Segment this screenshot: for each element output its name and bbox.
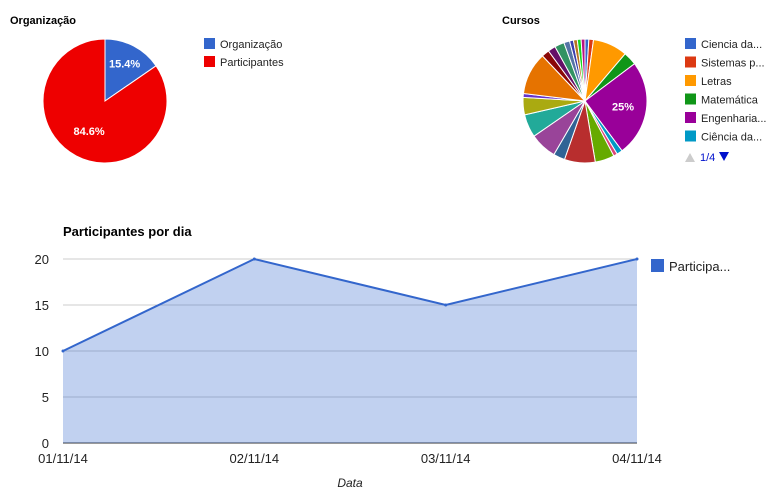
- pie-organizacao: Organização 15.4% 84.6% Organização Partic…: [10, 15, 284, 164]
- data-point[interactable]: [61, 349, 65, 353]
- x-tick-label: 01/11/14: [38, 451, 88, 466]
- area-legend: Participa...: [651, 259, 730, 274]
- legend-swatch: [685, 93, 696, 105]
- legend-label: Organização: [220, 39, 282, 51]
- legend-swatch: [685, 75, 696, 86]
- pie-slice-label: 25%: [612, 102, 634, 114]
- pie-cursos: Cursos 25% Ciencia da... Sistemas p... Let…: [502, 15, 766, 164]
- data-point[interactable]: [252, 257, 256, 261]
- area-chart-title: Participantes por dia: [63, 224, 192, 239]
- legend-swatch: [685, 112, 696, 123]
- pie-slice-label: 84.6%: [73, 126, 104, 138]
- area-x-axis-title: Data: [337, 476, 363, 490]
- legend-label: Engenharia...: [701, 113, 766, 125]
- pie-organizacao-slices: 15.4% 84.6%: [42, 38, 168, 164]
- pie-cursos-legend: Ciencia da... Sistemas p... Letras Matemáti…: [685, 38, 766, 144]
- pie-cursos-title: Cursos: [502, 15, 540, 27]
- legend-label: Ciencia da...: [701, 39, 762, 51]
- legend-label: Sistemas p...: [701, 58, 765, 70]
- y-tick-label: 15: [35, 298, 49, 313]
- pie-organizacao-legend: Organização Participantes: [204, 38, 284, 69]
- legend-swatch: [204, 56, 215, 67]
- legend-pager-label: 1/4: [700, 152, 715, 164]
- pie-slice-label: 15.4%: [109, 59, 140, 71]
- y-tick-label: 5: [42, 390, 49, 405]
- legend-swatch: [685, 38, 696, 49]
- triangle-up-icon[interactable]: [685, 153, 695, 162]
- legend-swatch: [651, 259, 664, 272]
- dashboard-canvas: Organização 15.4% 84.6% Organização Partic…: [10, 15, 766, 490]
- legend-label: Matemática: [701, 95, 759, 107]
- legend-pager: 1/4: [685, 152, 729, 164]
- x-tick-label: 02/11/14: [230, 451, 280, 466]
- x-tick-label: 04/11/14: [612, 451, 662, 466]
- pie-cursos-slices: 25%: [522, 38, 648, 164]
- y-tick-label: 0: [42, 436, 49, 451]
- area-fill: [63, 259, 637, 443]
- legend-swatch: [685, 130, 696, 142]
- legend-label: Letras: [701, 76, 732, 88]
- data-point[interactable]: [444, 303, 448, 307]
- pie-organizacao-title: Organização: [10, 15, 76, 27]
- legend-label: Participa...: [669, 259, 730, 274]
- y-tick-label: 20: [35, 252, 49, 267]
- area-participantes: Participantes por dia 05101520 01/11/14 0…: [35, 224, 731, 490]
- legend-label: Ciência da...: [701, 132, 762, 144]
- x-tick-label: 03/11/14: [421, 451, 471, 466]
- area-x-tick-labels: 01/11/14 02/11/14 03/11/14 04/11/14: [38, 451, 662, 466]
- legend-swatch: [204, 38, 215, 49]
- data-point[interactable]: [635, 257, 639, 261]
- y-tick-label: 10: [35, 344, 49, 359]
- area-series: [61, 257, 639, 443]
- area-y-tick-labels: 0 5 10 15 20: [35, 252, 49, 451]
- legend-label: Participantes: [220, 57, 284, 69]
- triangle-down-icon[interactable]: [719, 152, 729, 161]
- legend-swatch: [685, 56, 696, 68]
